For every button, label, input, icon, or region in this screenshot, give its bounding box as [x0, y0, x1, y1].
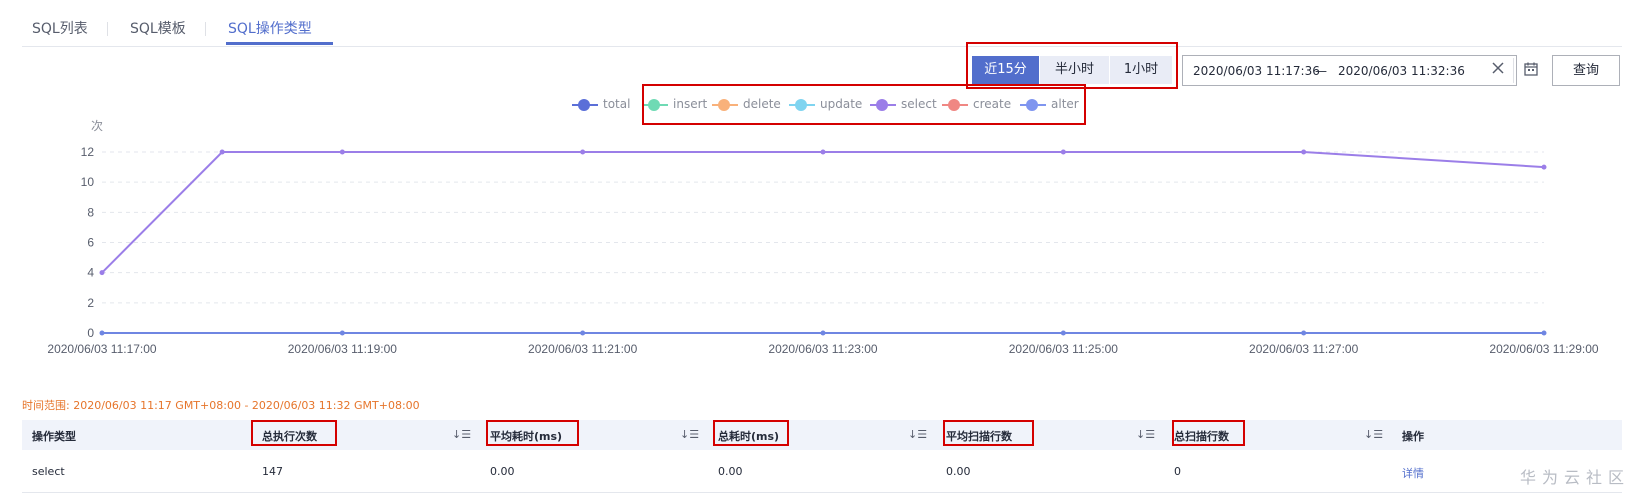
- data-point-total: [339, 330, 345, 336]
- legend-dot-icon: [948, 99, 960, 111]
- header-total-scan-rows: 总扫描行数: [1174, 430, 1229, 443]
- x-tick-label: 2020/06/03 11:25:00: [1009, 342, 1119, 356]
- tab-sql-list[interactable]: SQL列表: [32, 18, 88, 38]
- data-point-total: [1060, 330, 1066, 336]
- legend-label: delete: [743, 97, 781, 111]
- range-1hour-button[interactable]: 1小时: [1110, 56, 1172, 84]
- legend-label: total: [603, 97, 631, 111]
- tab-sql-operation-type[interactable]: SQL操作类型: [228, 18, 312, 38]
- legend-dot-icon: [876, 99, 888, 111]
- range-30min-button[interactable]: 半小时: [1040, 56, 1110, 84]
- date-end-field[interactable]: 2020/06/03 11:32:36: [1338, 64, 1465, 78]
- y-axis-label: 次: [91, 119, 103, 133]
- data-point-select: [99, 270, 105, 276]
- sort-icon[interactable]: ↓☰: [680, 428, 699, 441]
- legend-dot-icon: [1026, 99, 1038, 111]
- y-tick-label: 2: [87, 296, 94, 310]
- range-15min-button[interactable]: 近15分: [972, 56, 1040, 84]
- y-tick-label: 0: [87, 326, 94, 340]
- x-tick-label: 2020/06/03 11:27:00: [1249, 342, 1359, 356]
- data-point-select: [219, 149, 225, 155]
- header-total-time: 总耗时(ms): [718, 430, 780, 443]
- tab-bar: SQL列表 SQL模板 SQL操作类型: [22, 0, 1622, 47]
- date-start-field[interactable]: 2020/06/03 11:17:36: [1193, 64, 1320, 78]
- tab-divider: [107, 22, 108, 36]
- cell-operation-type: select: [32, 465, 65, 478]
- tab-divider: [205, 22, 206, 36]
- y-tick-label: 10: [81, 175, 95, 189]
- data-point-total: [820, 330, 826, 336]
- legend-dot-icon: [718, 99, 730, 111]
- legend-dot-icon: [648, 99, 660, 111]
- data-point-select: [580, 149, 586, 155]
- cell-total-time: 0.00: [718, 465, 743, 478]
- legend-dot-icon: [578, 99, 590, 111]
- sort-icon[interactable]: ↓☰: [908, 428, 927, 441]
- clear-icon[interactable]: [1491, 61, 1505, 78]
- y-tick-label: 8: [87, 205, 94, 219]
- header-operation-type: 操作类型: [32, 430, 76, 443]
- legend-label: create: [973, 97, 1012, 111]
- data-point-total: [99, 330, 105, 336]
- active-tab-indicator: [226, 42, 333, 45]
- data-point-total: [580, 330, 586, 336]
- cell-total-exec-count: 147: [262, 465, 283, 478]
- header-avg-scan-rows: 平均扫描行数: [946, 430, 1012, 443]
- x-tick-label: 2020/06/03 11:29:00: [1489, 342, 1599, 356]
- sort-icon[interactable]: ↓☰: [1136, 428, 1155, 441]
- date-separator: —: [1315, 64, 1327, 78]
- watermark-text: 华为云社区: [1520, 468, 1631, 487]
- header-total-exec-count: 总执行次数: [262, 430, 317, 443]
- calendar-icon[interactable]: [1523, 61, 1539, 80]
- data-point-select: [1301, 149, 1307, 155]
- table-header: 操作类型 总执行次数 ↓☰ 平均耗时(ms) ↓☰ 总耗时(ms) ↓☰ 平均扫…: [22, 420, 1622, 450]
- y-tick-label: 12: [81, 145, 95, 159]
- cell-avg-scan-rows: 0.00: [946, 465, 971, 478]
- legend-label: alter: [1051, 97, 1079, 111]
- data-point-select: [1060, 149, 1066, 155]
- y-tick-label: 4: [87, 266, 94, 280]
- sort-icon[interactable]: ↓☰: [1364, 428, 1383, 441]
- x-tick-label: 2020/06/03 11:21:00: [528, 342, 638, 356]
- data-point-select: [339, 149, 345, 155]
- query-button[interactable]: 查询: [1552, 55, 1620, 86]
- time-range-text: 时间范围: 2020/06/03 11:17 GMT+08:00 - 2020/…: [22, 399, 420, 412]
- y-tick-label: 6: [87, 236, 94, 250]
- legend-label: update: [820, 97, 863, 111]
- legend-dot-icon: [795, 99, 807, 111]
- data-point-total: [1301, 330, 1307, 336]
- sort-icon[interactable]: ↓☰: [452, 428, 471, 441]
- header-avg-time: 平均耗时(ms): [490, 430, 563, 443]
- cell-total-scan-rows: 0: [1174, 465, 1181, 478]
- header-actions: 操作: [1402, 430, 1424, 443]
- data-point-total: [1541, 330, 1547, 336]
- x-tick-label: 2020/06/03 11:19:00: [288, 342, 398, 356]
- operation-line-chart: 次 0 2 4 6 8 10 12 2020/06/03 11:17:00 2020/06/0…: [47, 119, 1599, 356]
- details-link[interactable]: 详情: [1402, 465, 1424, 481]
- data-point-select: [820, 149, 826, 155]
- legend-label: insert: [673, 97, 708, 111]
- legend-label: select: [901, 97, 937, 111]
- table-row: select 147 0.00 0.00 0.00 0 详情: [22, 451, 1622, 493]
- data-point-select: [1541, 164, 1547, 170]
- date-range-picker[interactable]: 2020/06/03 11:17:36 — 2020/06/03 11:32:3…: [1182, 55, 1538, 86]
- cell-avg-time: 0.00: [490, 465, 515, 478]
- x-tick-label: 2020/06/03 11:17:00: [47, 342, 157, 356]
- picker-divider: [1513, 58, 1514, 83]
- tab-sql-template[interactable]: SQL模板: [130, 18, 186, 38]
- x-tick-label: 2020/06/03 11:23:00: [768, 342, 878, 356]
